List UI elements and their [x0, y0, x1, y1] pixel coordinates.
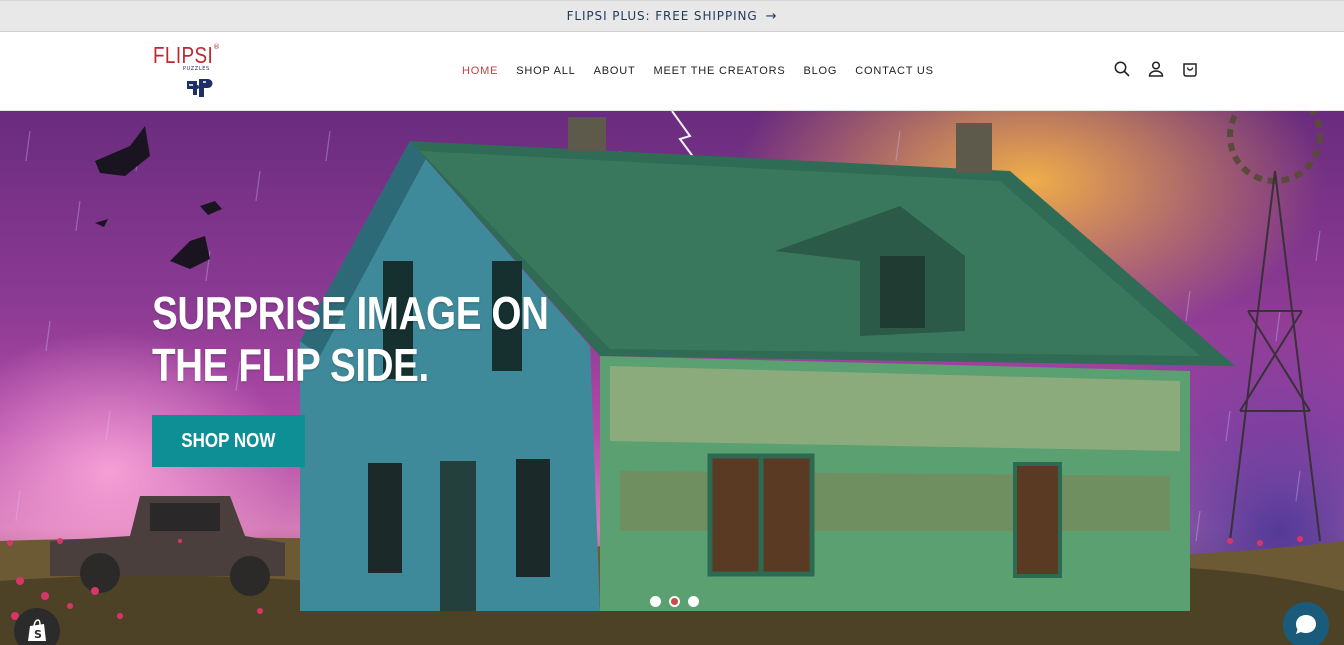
shopify-bag-icon: S	[28, 619, 46, 641]
search-icon[interactable]	[1113, 60, 1131, 78]
fp-puzzle-logo-icon	[187, 79, 213, 97]
nav-home[interactable]: HOME	[462, 65, 498, 77]
site-logo[interactable]: FLIPSI ® PUZZLES	[150, 40, 222, 102]
slide-dot-1[interactable]	[650, 596, 661, 607]
nav-blog[interactable]: BLOG	[804, 65, 838, 77]
header-icons	[1113, 60, 1199, 78]
logo-wordmark: FLIPSI	[153, 42, 214, 68]
site-header: FLIPSI ® PUZZLES HOME SHOP ALL ABOUT MEE…	[0, 32, 1344, 111]
logo-registered-mark: ®	[213, 43, 220, 51]
slide-dot-2[interactable]	[669, 596, 680, 607]
hero-title: SURPRISE IMAGE ON THE FLIP SIDE.	[152, 287, 549, 391]
logo-subtitle: PUZZLES	[183, 66, 210, 72]
announcement-bar[interactable]: FLIPSI PLUS: FREE SHIPPING →	[0, 0, 1344, 32]
crows-illustration	[95, 126, 222, 269]
windmill-illustration	[1227, 111, 1323, 542]
chat-bubble-icon	[1296, 615, 1316, 634]
main-nav: HOME SHOP ALL ABOUT MEET THE CREATORS BL…	[462, 32, 934, 110]
cart-icon[interactable]	[1181, 60, 1199, 78]
slider-dots	[650, 596, 699, 607]
chat-button[interactable]	[1283, 602, 1329, 645]
shop-now-button[interactable]: SHOP NOW	[152, 415, 305, 467]
hero-banner: SURPRISE IMAGE ON THE FLIP SIDE. SHOP NO…	[0, 111, 1344, 645]
shop-now-label: SHOP NOW	[181, 429, 276, 452]
nav-contact-us[interactable]: CONTACT US	[855, 65, 934, 77]
nav-about[interactable]: ABOUT	[594, 65, 636, 77]
slide-dot-3[interactable]	[688, 596, 699, 607]
nav-meet-the-creators[interactable]: MEET THE CREATORS	[654, 65, 786, 77]
announcement-text[interactable]: FLIPSI PLUS: FREE SHIPPING	[567, 9, 758, 23]
nav-shop-all[interactable]: SHOP ALL	[516, 65, 575, 77]
svg-text:S: S	[34, 628, 42, 641]
account-icon[interactable]	[1147, 60, 1165, 78]
arrow-right-icon[interactable]: →	[766, 9, 778, 24]
